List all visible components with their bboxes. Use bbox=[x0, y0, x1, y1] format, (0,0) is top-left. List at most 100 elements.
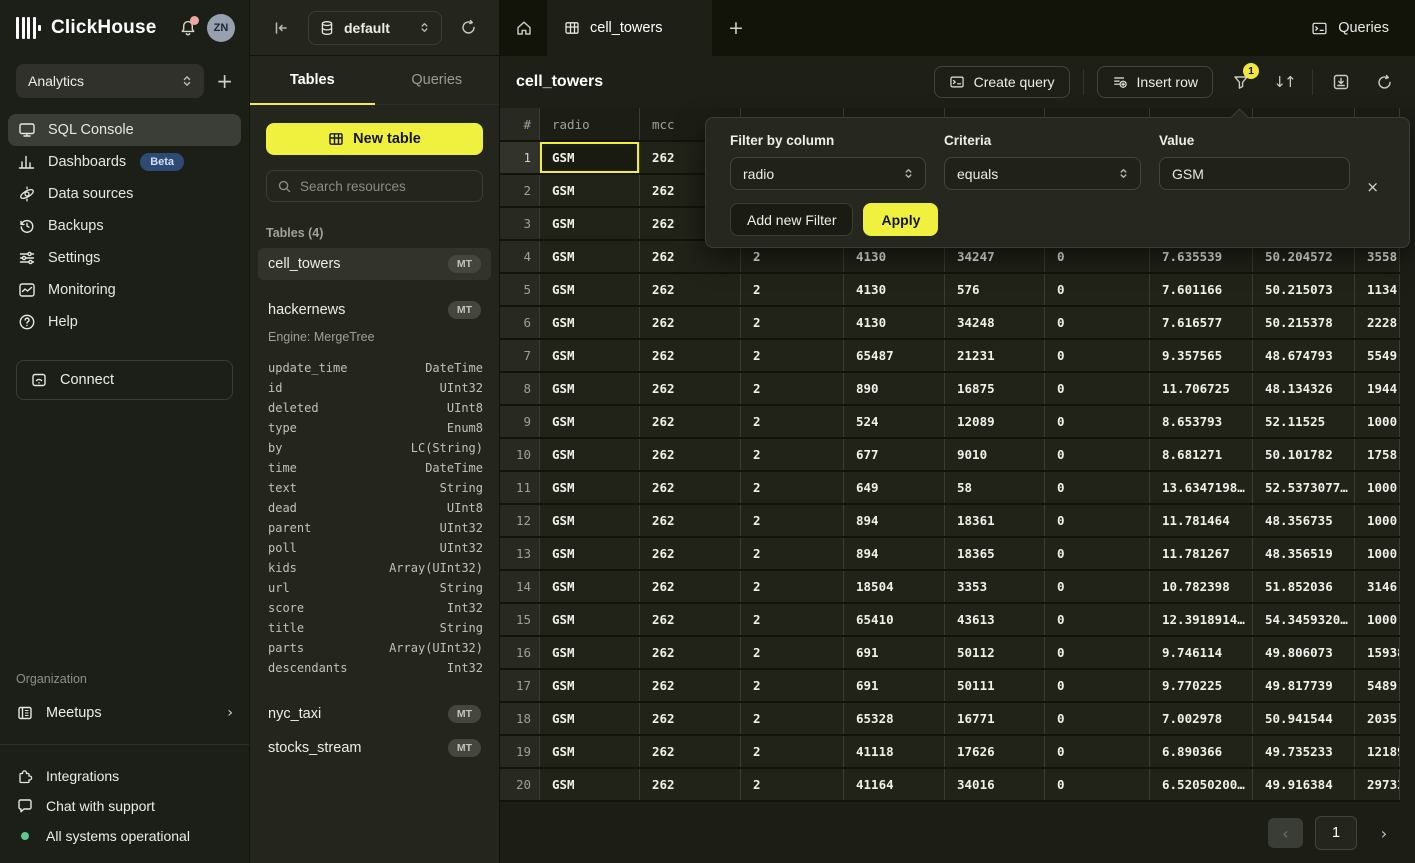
table-cell[interactable]: GSM bbox=[540, 175, 640, 206]
tab-queries[interactable]: Queries bbox=[375, 56, 500, 104]
table-cell[interactable]: 890 bbox=[844, 373, 945, 404]
table-cell[interactable]: 29733 bbox=[1355, 769, 1400, 800]
table-cell[interactable]: GSM bbox=[540, 637, 640, 668]
add-new-filter-button[interactable]: Add new Filter bbox=[730, 203, 853, 236]
table-cell[interactable]: 2 bbox=[741, 307, 844, 338]
nav-item-data-sources[interactable]: Data sources bbox=[8, 178, 241, 210]
table-cell[interactable]: 524 bbox=[844, 406, 945, 437]
table-cell[interactable]: 9010 bbox=[945, 439, 1045, 470]
table-cell[interactable]: 11.706725 bbox=[1150, 373, 1253, 404]
column-header-#[interactable]: # bbox=[500, 108, 540, 140]
table-cell[interactable]: 11.781464 bbox=[1150, 505, 1253, 536]
table-cell[interactable]: 1758 bbox=[1355, 439, 1400, 470]
nav-item-help[interactable]: Help bbox=[8, 306, 241, 338]
table-cell[interactable]: 65487 bbox=[844, 340, 945, 371]
table-cell[interactable]: 894 bbox=[844, 538, 945, 569]
table-cell[interactable]: 16875 bbox=[945, 373, 1045, 404]
connect-button[interactable]: Connect bbox=[16, 360, 233, 400]
table-cell[interactable]: 0 bbox=[1045, 340, 1150, 371]
table-cell[interactable]: GSM bbox=[540, 274, 640, 305]
table-cell[interactable]: 0 bbox=[1045, 769, 1150, 800]
table-cell[interactable]: 0 bbox=[1045, 472, 1150, 503]
avatar[interactable]: ZN bbox=[207, 14, 235, 42]
table-cell[interactable]: 11.781267 bbox=[1150, 538, 1253, 569]
table-cell[interactable]: 2 bbox=[741, 637, 844, 668]
table-cell[interactable]: 262 bbox=[640, 307, 741, 338]
table-cell[interactable]: 262 bbox=[640, 769, 741, 800]
table-cell[interactable]: 18365 bbox=[945, 538, 1045, 569]
table-cell[interactable]: 1134 bbox=[1355, 274, 1400, 305]
new-table-button[interactable]: New table bbox=[266, 123, 483, 155]
table-cell[interactable]: 5549 bbox=[1355, 340, 1400, 371]
table-cell[interactable]: 34248 bbox=[945, 307, 1045, 338]
table-cell[interactable]: 50.101782 bbox=[1253, 439, 1355, 470]
nav-item-meetups[interactable]: Meetups › bbox=[0, 696, 249, 730]
notifications-bell-icon[interactable] bbox=[179, 19, 197, 37]
table-cell[interactable]: 49.806073 bbox=[1253, 637, 1355, 668]
tab-tables[interactable]: Tables bbox=[250, 56, 375, 104]
table-cell[interactable]: 0 bbox=[1045, 571, 1150, 602]
table-item-stocks-stream[interactable]: stocks_stream MT bbox=[258, 732, 491, 764]
table-cell[interactable]: GSM bbox=[540, 670, 640, 701]
table-cell[interactable]: 576 bbox=[945, 274, 1045, 305]
table-cell[interactable]: 7.002978 bbox=[1150, 703, 1253, 734]
table-cell[interactable]: GSM bbox=[540, 604, 640, 635]
table-cell[interactable]: 6.52050200… bbox=[1150, 769, 1253, 800]
table-cell[interactable]: GSM bbox=[540, 373, 640, 404]
table-cell[interactable]: GSM bbox=[540, 406, 640, 437]
table-cell[interactable]: GSM bbox=[540, 241, 640, 272]
table-cell[interactable]: 262 bbox=[640, 736, 741, 767]
table-cell[interactable]: 8.681271 bbox=[1150, 439, 1253, 470]
table-cell[interactable]: 41118 bbox=[844, 736, 945, 767]
system-status[interactable]: All systems operational bbox=[0, 821, 249, 851]
table-cell[interactable]: GSM bbox=[540, 208, 640, 239]
table-cell[interactable]: 677 bbox=[844, 439, 945, 470]
table-cell[interactable]: 7.601166 bbox=[1150, 274, 1253, 305]
table-cell[interactable]: 52.5373077… bbox=[1253, 472, 1355, 503]
table-cell[interactable]: 52.11525 bbox=[1253, 406, 1355, 437]
table-cell[interactable]: 15938 bbox=[1355, 637, 1400, 668]
table-cell[interactable]: GSM bbox=[540, 340, 640, 371]
table-cell[interactable]: 2 bbox=[741, 538, 844, 569]
table-cell[interactable]: 262 bbox=[640, 505, 741, 536]
queries-button[interactable]: Queries bbox=[1285, 0, 1415, 56]
table-cell[interactable]: 7.616577 bbox=[1150, 307, 1253, 338]
table-cell[interactable]: 18504 bbox=[844, 571, 945, 602]
filter-column-select[interactable]: radio bbox=[730, 157, 926, 190]
table-cell[interactable]: 0 bbox=[1045, 703, 1150, 734]
table-cell[interactable]: 262 bbox=[640, 472, 741, 503]
collapse-panel-icon[interactable] bbox=[272, 19, 290, 37]
home-tab[interactable] bbox=[500, 0, 548, 56]
table-cell[interactable]: 0 bbox=[1045, 505, 1150, 536]
table-cell[interactable]: 4130 bbox=[844, 307, 945, 338]
table-cell[interactable]: 21231 bbox=[945, 340, 1045, 371]
table-cell[interactable]: 262 bbox=[640, 406, 741, 437]
table-cell[interactable]: 0 bbox=[1045, 274, 1150, 305]
table-cell[interactable]: 49.817739 bbox=[1253, 670, 1355, 701]
table-cell[interactable]: 12189 bbox=[1355, 736, 1400, 767]
table-cell[interactable]: 16771 bbox=[945, 703, 1045, 734]
table-cell[interactable]: GSM bbox=[540, 307, 640, 338]
nav-item-settings[interactable]: Settings bbox=[8, 242, 241, 274]
table-cell[interactable]: GSM bbox=[540, 505, 640, 536]
table-cell[interactable]: 51.852036 bbox=[1253, 571, 1355, 602]
table-cell[interactable]: 48.674793 bbox=[1253, 340, 1355, 371]
table-cell[interactable]: 50.215378 bbox=[1253, 307, 1355, 338]
table-cell[interactable]: 48.356735 bbox=[1253, 505, 1355, 536]
table-cell[interactable]: 9.770225 bbox=[1150, 670, 1253, 701]
table-item-hackernews[interactable]: hackernews MT bbox=[258, 294, 491, 326]
table-cell[interactable]: 2 bbox=[741, 439, 844, 470]
table-cell[interactable]: 58 bbox=[945, 472, 1045, 503]
download-button[interactable] bbox=[1326, 67, 1356, 97]
table-cell[interactable]: 691 bbox=[844, 637, 945, 668]
table-cell[interactable]: 4130 bbox=[844, 274, 945, 305]
table-cell[interactable]: 0 bbox=[1045, 604, 1150, 635]
table-cell[interactable]: 1000 bbox=[1355, 406, 1400, 437]
previous-page-button[interactable]: ‹ bbox=[1268, 818, 1303, 848]
table-cell[interactable]: 0 bbox=[1045, 307, 1150, 338]
table-cell[interactable]: 18361 bbox=[945, 505, 1045, 536]
database-selector[interactable]: default bbox=[308, 11, 442, 45]
clickhouse-logo[interactable]: ClickHouse bbox=[16, 17, 156, 39]
table-cell[interactable]: 65410 bbox=[844, 604, 945, 635]
table-cell[interactable]: 49.916384 bbox=[1253, 769, 1355, 800]
